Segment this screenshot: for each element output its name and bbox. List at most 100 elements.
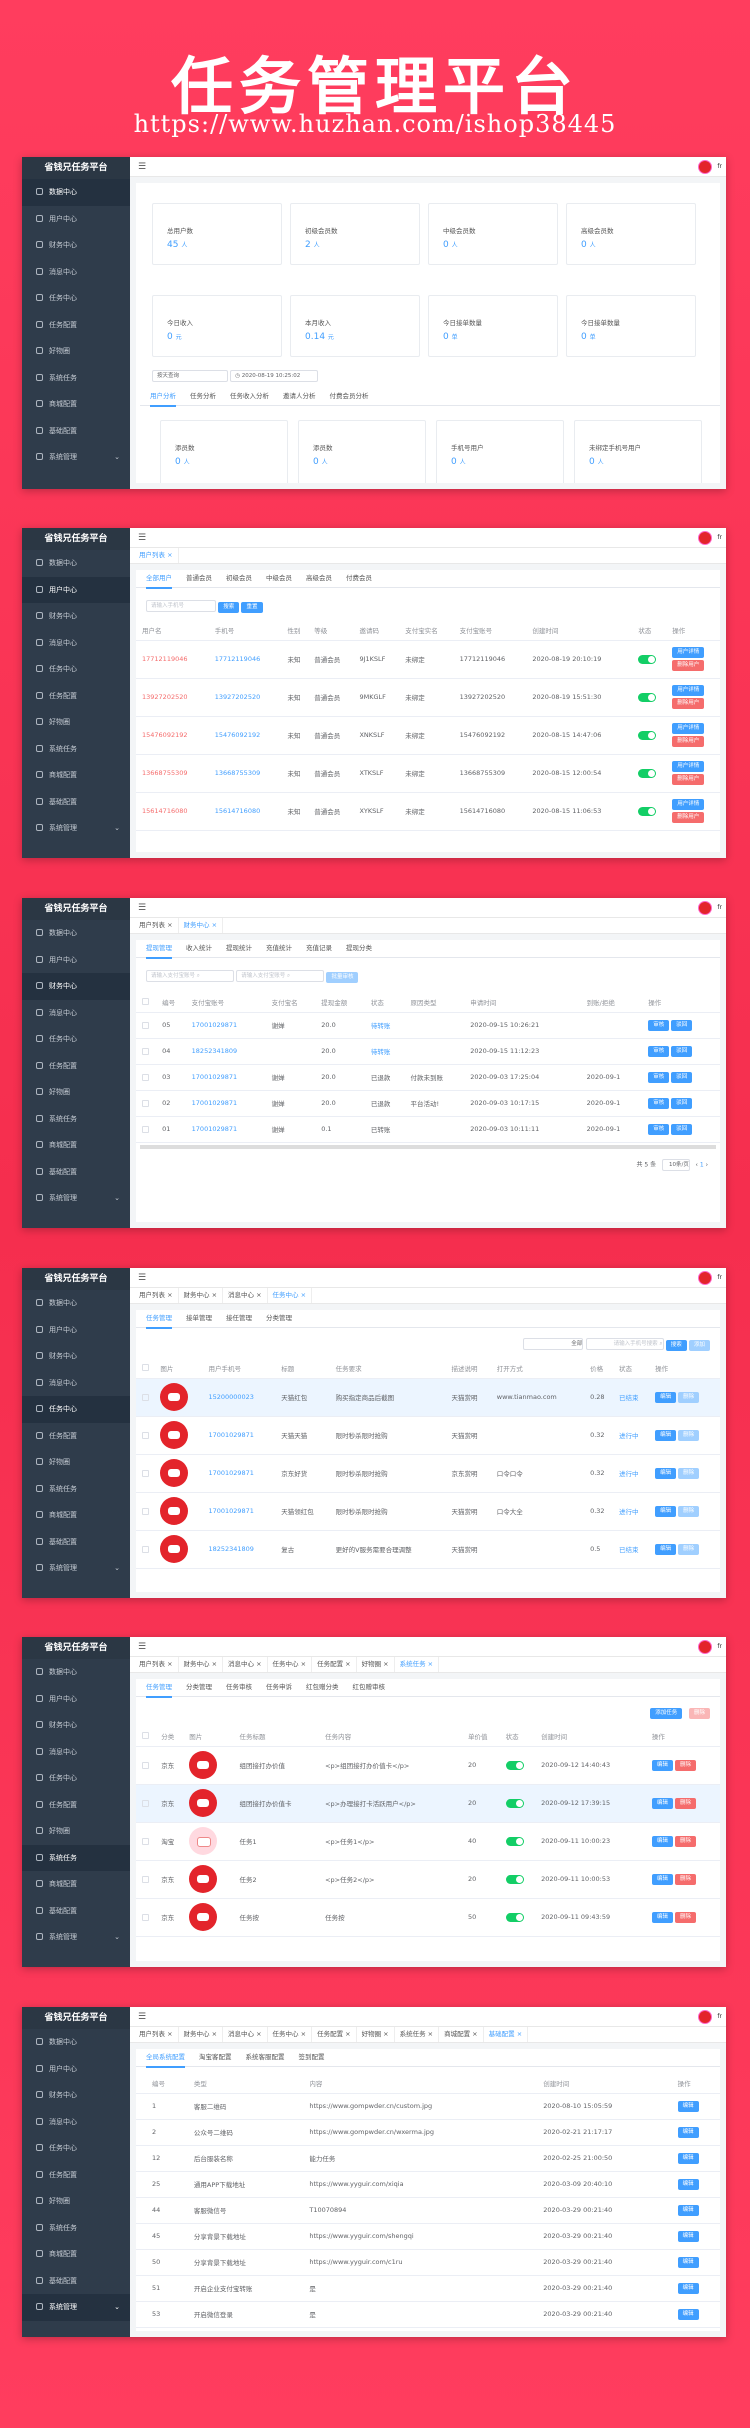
status-toggle[interactable] <box>505 1836 524 1846</box>
tab[interactable]: 消息中心 × <box>223 1657 268 1672</box>
row-checkbox[interactable] <box>142 1799 149 1807</box>
hamburger-icon[interactable]: ☰ <box>138 1642 146 1652</box>
delete-button[interactable]: 删除 <box>678 1467 700 1479</box>
approve-button[interactable]: 审核 <box>648 1019 670 1031</box>
search-input[interactable]: 请输入支付宝账号 ⌕ <box>236 970 325 982</box>
sidebar-item[interactable]: 财务中心 <box>22 1712 130 1739</box>
sidebar-item[interactable]: 消息中心 <box>22 630 130 657</box>
reject-button[interactable]: 驳回 <box>671 1097 693 1109</box>
tab[interactable]: 消息中心 × <box>223 1288 268 1303</box>
edit-button[interactable]: 编辑 <box>677 2100 699 2112</box>
hamburger-icon[interactable]: ☰ <box>138 1273 146 1283</box>
sub-tab[interactable]: 初级会员 <box>226 570 252 587</box>
row-checkbox[interactable] <box>142 1469 149 1477</box>
sub-tab[interactable]: 用户分析 <box>150 388 176 407</box>
sub-tab[interactable]: 付费会员 <box>346 570 372 587</box>
sub-tab[interactable]: 普通会员 <box>186 570 212 587</box>
sidebar-item[interactable]: 商城配置 <box>22 762 130 789</box>
edit-button[interactable]: 编辑 <box>677 2126 699 2138</box>
add-button[interactable]: 添加 <box>688 1340 710 1351</box>
row-checkbox[interactable] <box>142 1073 149 1081</box>
search-input[interactable]: 请输入手机号 <box>146 600 216 612</box>
tab[interactable]: 消息中心 × <box>223 2027 268 2042</box>
sidebar-item[interactable]: 系统管理 ⌄ <box>22 1185 130 1212</box>
edit-button[interactable]: 编辑 <box>655 1429 677 1441</box>
sidebar-item[interactable]: 好物圈 <box>22 1079 130 1106</box>
sidebar-item[interactable]: 数据中心 <box>22 1659 130 1686</box>
sub-tab[interactable]: 红包赠审核 <box>353 1679 386 1696</box>
status-toggle[interactable] <box>505 1912 524 1922</box>
reject-button[interactable]: 驳回 <box>671 1045 693 1057</box>
sidebar-item[interactable]: 用户中心 <box>22 1317 130 1344</box>
sidebar-item[interactable]: 消息中心 <box>22 259 130 286</box>
user-detail-button[interactable]: 用户详情 <box>672 761 705 772</box>
row-checkbox[interactable] <box>142 1545 149 1553</box>
sidebar-item[interactable]: 任务配置 <box>22 1792 130 1819</box>
category-select[interactable]: 全部 <box>523 1338 584 1350</box>
sidebar-item[interactable]: 系统管理 ⌄ <box>22 815 130 842</box>
sidebar-item[interactable]: 任务中心 <box>22 2135 130 2162</box>
edit-button[interactable]: 编辑 <box>677 2308 699 2320</box>
sidebar-item[interactable]: 数据中心 <box>22 2029 130 2056</box>
user-detail-button[interactable]: 用户详情 <box>672 799 705 810</box>
edit-button[interactable]: 编辑 <box>651 1873 673 1885</box>
tab[interactable]: 财务中心 × <box>179 918 224 933</box>
row-checkbox[interactable] <box>142 1125 149 1133</box>
edit-button[interactable]: 编辑 <box>655 1391 677 1403</box>
sidebar-item[interactable]: 基础配置 <box>22 1898 130 1925</box>
delete-button[interactable]: 删除 <box>675 1797 697 1809</box>
row-checkbox[interactable] <box>142 1393 149 1401</box>
tab[interactable]: 任务配置 × <box>312 2027 357 2042</box>
sidebar-item[interactable]: 好物圈 <box>22 2188 130 2215</box>
sidebar-item[interactable]: 消息中心 <box>22 1370 130 1397</box>
sub-tab[interactable]: 签到配置 <box>299 2049 325 2066</box>
sidebar-item[interactable]: 数据中心 <box>22 550 130 577</box>
delete-button[interactable]: 删除 <box>678 1429 700 1441</box>
sidebar-item[interactable]: 任务配置 <box>22 2162 130 2189</box>
hamburger-icon[interactable]: ☰ <box>138 2012 146 2022</box>
sidebar-item[interactable]: 好物圈 <box>22 338 130 365</box>
sidebar-item[interactable]: 用户中心 <box>22 576 130 603</box>
sidebar-item[interactable]: 系统任务 <box>22 2215 130 2242</box>
status-toggle[interactable] <box>638 806 657 816</box>
tab[interactable]: 用户列表 × <box>134 918 179 933</box>
search-button[interactable]: 搜索 <box>218 602 240 613</box>
delete-button[interactable]: 删除 <box>678 1543 700 1555</box>
sub-tab[interactable]: 任务管理 <box>146 1310 172 1329</box>
sidebar-item[interactable]: 系统任务 <box>22 365 130 392</box>
sub-tab[interactable]: 提现管理 <box>146 940 172 959</box>
sub-tab[interactable]: 充值记录 <box>306 940 332 957</box>
search-input[interactable]: 请输入手机号搜索 ⌕ <box>585 1338 664 1350</box>
sidebar-item[interactable]: 基础配置 <box>22 789 130 816</box>
tab[interactable]: 用户列表 × <box>134 2027 179 2042</box>
sidebar-item[interactable]: 任务配置 <box>22 1053 130 1080</box>
sidebar-item[interactable]: 数据中心 <box>22 920 130 947</box>
sidebar-item[interactable]: 用户中心 <box>22 2056 130 2083</box>
sidebar-item[interactable]: 财务中心 <box>22 232 130 259</box>
edit-button[interactable]: 编辑 <box>655 1467 677 1479</box>
sidebar-item[interactable]: 系统任务 <box>22 1106 130 1133</box>
row-checkbox[interactable] <box>142 1875 149 1883</box>
sidebar-item[interactable]: 用户中心 <box>22 206 130 233</box>
sub-tab[interactable]: 淘宝客配置 <box>199 2049 232 2066</box>
sub-tab[interactable]: 红包赠分类 <box>306 1679 339 1696</box>
sidebar-item[interactable]: 任务配置 <box>22 1423 130 1450</box>
search-button[interactable]: 搜索 <box>665 1340 687 1351</box>
sidebar-item[interactable]: 财务中心 <box>22 1343 130 1370</box>
sidebar-item[interactable]: 系统管理 ⌄ <box>22 1555 130 1582</box>
delete-button[interactable]: 删除 <box>678 1505 700 1517</box>
sidebar-item[interactable]: 商城配置 <box>22 1871 130 1898</box>
avatar[interactable] <box>698 901 712 915</box>
batch-review-button[interactable]: 批量审核 <box>326 972 359 983</box>
sidebar-item[interactable]: 商城配置 <box>22 1132 130 1159</box>
sub-tab[interactable]: 充值统计 <box>266 940 292 957</box>
search-input[interactable]: 请输入支付宝账号 ⌕ <box>146 970 234 982</box>
edit-button[interactable]: 编辑 <box>651 1835 673 1847</box>
avatar[interactable] <box>698 1640 712 1654</box>
delete-button[interactable]: 删除 <box>675 1835 697 1847</box>
status-toggle[interactable] <box>638 692 657 702</box>
approve-button[interactable]: 审核 <box>648 1071 670 1083</box>
tab[interactable]: 财务中心 × <box>179 2027 224 2042</box>
select-all-checkbox[interactable] <box>142 998 149 1006</box>
tab[interactable]: 任务中心 × <box>268 1657 313 1672</box>
